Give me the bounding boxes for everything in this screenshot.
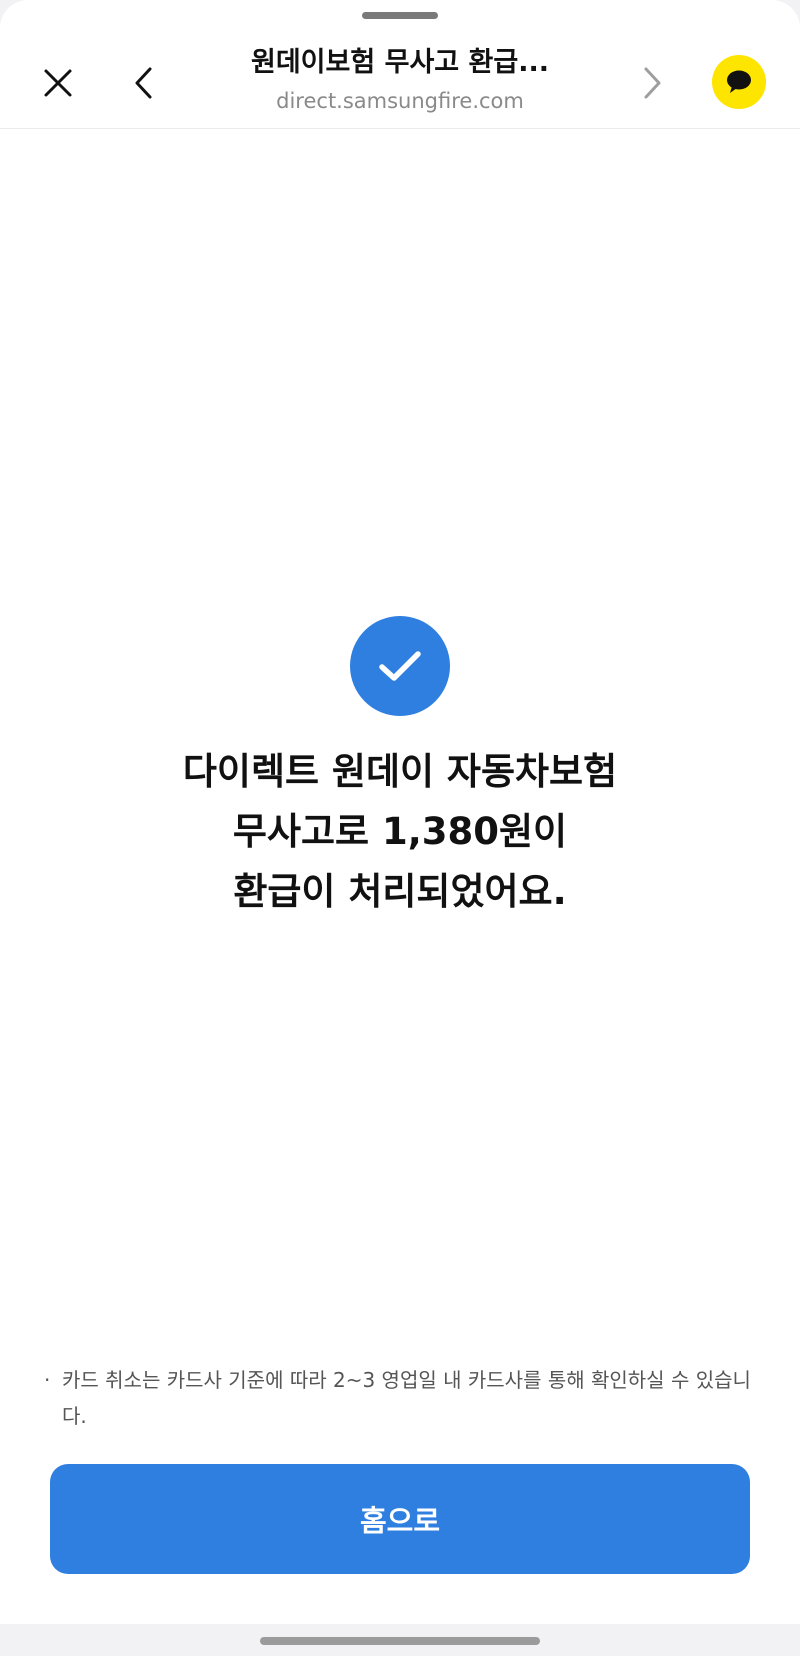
check-icon [379,651,421,681]
browser-header: 원데이보험 무사고 환급... direct.samsungfire.com [0,28,800,129]
kakaotalk-speech-bubble-icon [727,70,751,93]
result-line-3: 환급이 처리되었어요. [233,870,567,913]
home-indicator [260,1637,540,1645]
close-icon [44,69,72,97]
sheet-grabber-handle[interactable] [362,12,438,19]
notice-bullet: · [44,1368,51,1392]
webview-sheet: 원데이보험 무사고 환급... direct.samsungfire.com 다… [0,0,800,1624]
back-button[interactable] [116,55,172,111]
home-button[interactable]: 홈으로 [50,1464,750,1574]
page-title-block: 원데이보험 무사고 환급... direct.samsungfire.com [220,46,580,116]
result-line-1: 다이렉트 원데이 자동차보험 [182,750,618,793]
kakaotalk-share-button[interactable] [712,55,766,109]
success-badge [350,616,450,716]
chevron-left-icon [135,67,152,99]
page-title: 원데이보험 무사고 환급... [251,47,549,78]
card-cancel-notice: · 카드 취소는 카드사 기준에 따라 2~3 영업일 내 카드사를 통해 확인… [44,1362,764,1434]
chevron-right-icon [644,67,661,99]
page-url: direct.samsungfire.com [276,89,524,113]
result-line-2: 무사고로 1,380원이 [232,810,568,853]
notice-text: 카드 취소는 카드사 기준에 따라 2~3 영업일 내 카드사를 통해 확인하실… [62,1368,751,1428]
close-button[interactable] [30,55,86,111]
refund-result-message: 다이렉트 원데이 자동차보험 무사고로 1,380원이 환급이 처리되었어요. [40,742,760,922]
forward-button[interactable] [624,55,680,111]
